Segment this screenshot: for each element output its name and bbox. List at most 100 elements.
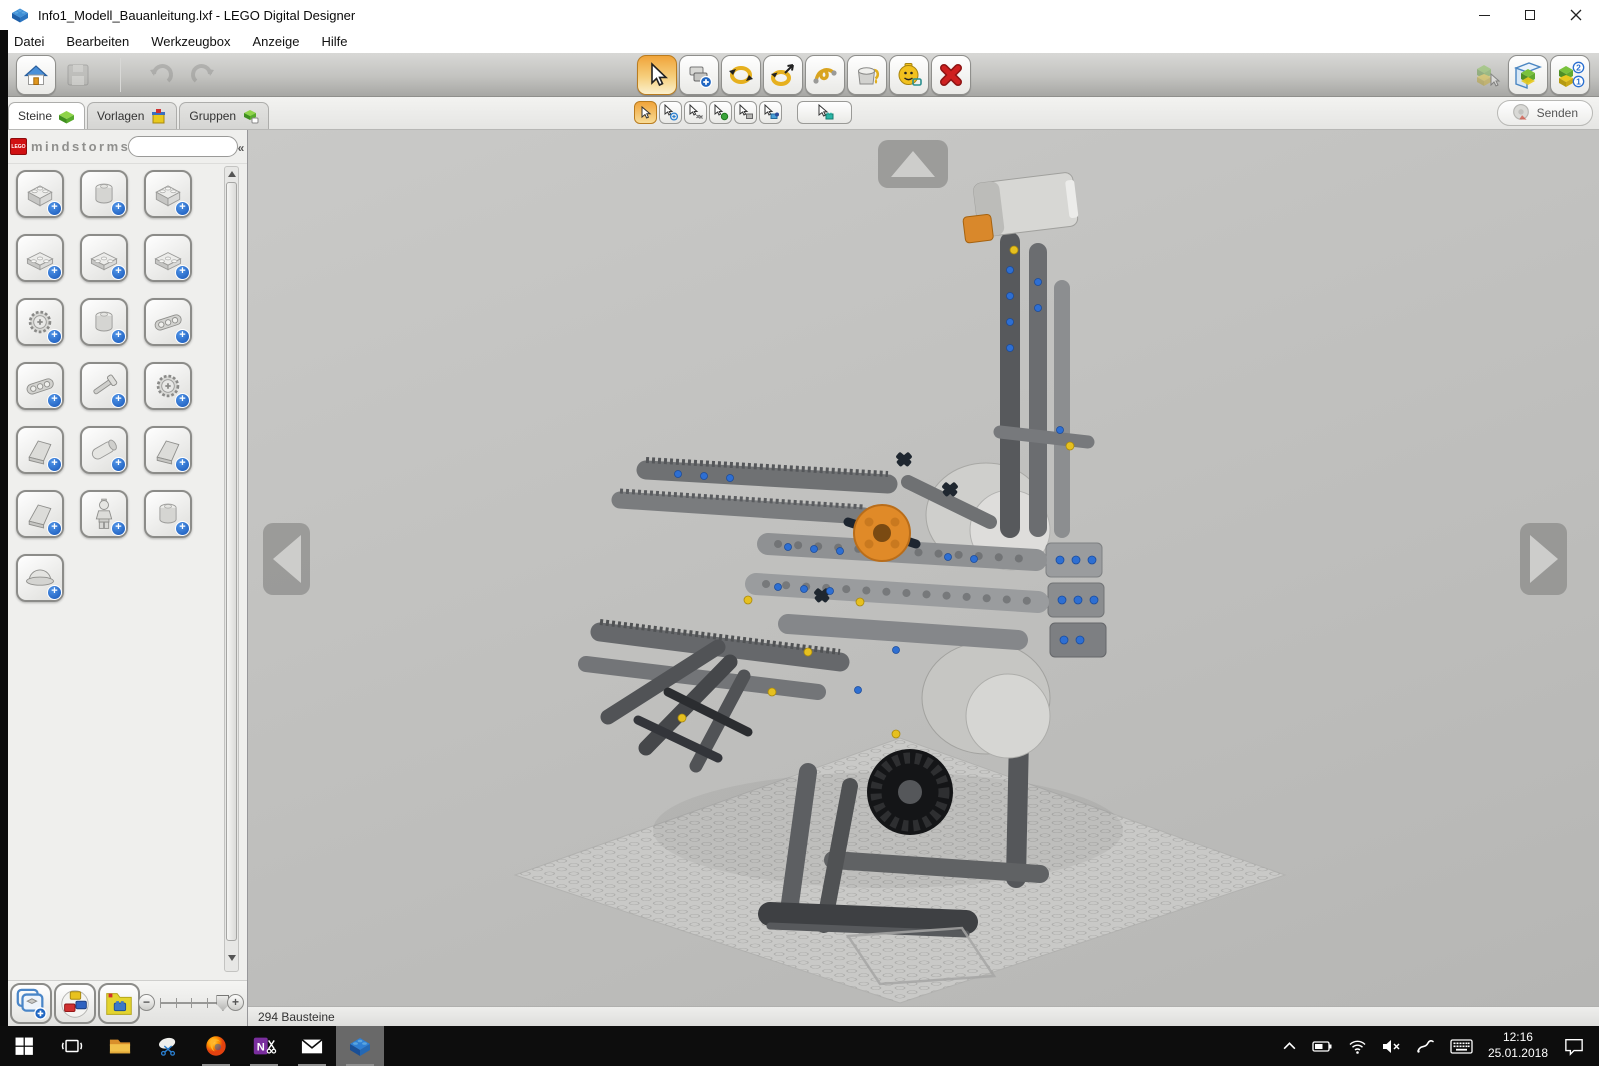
palette-item-brick-round-2x2[interactable] — [80, 170, 128, 218]
palette-item-container-round[interactable] — [144, 490, 192, 538]
menu-hilfe[interactable]: Hilfe — [310, 34, 358, 49]
scroll-down-icon[interactable] — [228, 955, 236, 961]
zoom-in-button[interactable] — [227, 994, 244, 1011]
select-connected-icon — [762, 104, 779, 121]
palette-item-blade[interactable] — [144, 426, 192, 474]
palette-item-gear-24-tooth[interactable] — [144, 362, 192, 410]
action-center-icon[interactable] — [1563, 1037, 1585, 1056]
building-guide-mode-button[interactable]: 2 1 — [1550, 55, 1590, 95]
palette-item-minifigure[interactable] — [80, 490, 128, 538]
palette-item-driving-ring[interactable] — [80, 298, 128, 346]
nav-up-button[interactable] — [878, 140, 948, 188]
tool-delete-button[interactable] — [931, 55, 971, 95]
firefox-button[interactable] — [192, 1026, 240, 1066]
taskbar-clock[interactable]: 12:16 25.01.2018 — [1488, 1030, 1548, 1061]
mail-icon — [300, 1035, 324, 1057]
select-single-button[interactable] — [634, 101, 657, 124]
battery-icon[interactable] — [1312, 1038, 1333, 1055]
tool-hinge-button[interactable] — [721, 55, 761, 95]
palette-item-beam-3[interactable] — [144, 298, 192, 346]
add-part-icon — [175, 201, 190, 216]
start-button[interactable] — [0, 1026, 48, 1066]
lego-brick-icon — [347, 1034, 373, 1058]
filter-current-set-button[interactable] — [98, 983, 140, 1024]
undo-button[interactable] — [141, 55, 181, 95]
build-mode-button[interactable] — [1466, 55, 1506, 95]
menu-anzeige[interactable]: Anzeige — [242, 34, 311, 49]
menu-werkzeugbox[interactable]: Werkzeugbox — [140, 34, 241, 49]
nav-left-button[interactable] — [263, 523, 310, 595]
view-mode-button[interactable] — [1508, 55, 1548, 95]
menu-bearbeiten[interactable]: Bearbeiten — [55, 34, 140, 49]
mail-button[interactable] — [288, 1026, 336, 1066]
select-advanced-button[interactable] — [797, 101, 852, 124]
menu-datei[interactable]: Datei — [14, 34, 55, 49]
palette-item-plate-2x2[interactable] — [16, 234, 64, 282]
select-neighbors-button[interactable] — [734, 101, 757, 124]
palette-item-fin[interactable] — [16, 490, 64, 538]
add-part-icon — [175, 521, 190, 536]
brick-search-input[interactable] — [128, 136, 238, 157]
file-explorer-button[interactable] — [96, 1026, 144, 1066]
task-view-button[interactable] — [48, 1026, 96, 1066]
minimize-button[interactable] — [1461, 0, 1507, 30]
nav-right-button[interactable] — [1520, 523, 1567, 595]
tab-vorlagen[interactable]: Vorlagen — [87, 102, 177, 129]
maximize-button[interactable] — [1507, 0, 1553, 30]
tab-steine[interactable]: Steine — [8, 102, 85, 129]
tool-select-button[interactable] — [637, 55, 677, 95]
scroll-up-icon[interactable] — [228, 171, 236, 177]
select-same-color-button[interactable] — [709, 101, 732, 124]
palette-scrollbar[interactable] — [224, 166, 239, 972]
tab-gruppen[interactable]: Gruppen — [179, 102, 269, 129]
save-button[interactable] — [58, 55, 98, 95]
task-view-icon — [60, 1035, 84, 1057]
palette-item-plate-wedge-3x3[interactable] — [80, 234, 128, 282]
clone-icon — [685, 61, 713, 89]
select-connected-button[interactable] — [759, 101, 782, 124]
add-part-icon — [111, 201, 126, 216]
lego-digital-designer-button[interactable] — [336, 1026, 384, 1066]
canvas-area: 294 Bausteine — [248, 130, 1599, 1026]
tool-paint-button[interactable] — [847, 55, 887, 95]
select-same-type-button[interactable] — [684, 101, 707, 124]
palette-item-pneumatic-tube[interactable] — [80, 426, 128, 474]
slider-track[interactable] — [160, 1002, 222, 1004]
snipping-tool-button[interactable] — [144, 1026, 192, 1066]
select-same-color-icon — [712, 104, 729, 121]
palette-item-brick-1x4[interactable] — [144, 170, 192, 218]
zoom-out-button[interactable] — [138, 994, 155, 1011]
tool-hide-button[interactable] — [889, 55, 929, 95]
filter-sets-button[interactable] — [10, 983, 52, 1024]
pen-icon[interactable] — [1416, 1038, 1435, 1055]
palette-item-gear-wheel[interactable] — [16, 298, 64, 346]
keyboard-icon[interactable] — [1450, 1038, 1473, 1055]
tool-flex-button[interactable] — [805, 55, 845, 95]
tray-expand-icon[interactable] — [1282, 1039, 1297, 1054]
palette-item-plate-modified[interactable] — [144, 234, 192, 282]
select-add-button[interactable] — [659, 101, 682, 124]
palette-item-liftarm-thin[interactable] — [16, 362, 64, 410]
filter-colors-icon — [58, 987, 92, 1021]
tool-clone-button[interactable] — [679, 55, 719, 95]
tab-gruppen-label: Gruppen — [189, 109, 236, 123]
redo-button[interactable] — [183, 55, 223, 95]
clock-time: 12:16 — [1488, 1030, 1548, 1046]
palette-item-dome-hat[interactable] — [16, 554, 64, 602]
close-button[interactable] — [1553, 0, 1599, 30]
palette-item-brick-2x4[interactable] — [16, 170, 64, 218]
scrollbar-thumb[interactable] — [226, 182, 237, 941]
tool-hinge-align-button[interactable] — [763, 55, 803, 95]
palette-item-axle-connector[interactable] — [80, 362, 128, 410]
model-canvas[interactable] — [248, 130, 1599, 1006]
collapse-panel-button[interactable] — [236, 141, 246, 155]
volume-muted-icon[interactable] — [1382, 1039, 1401, 1054]
brick-palette-sidebar: LEGO mindstorms — [0, 130, 248, 1026]
senden-button[interactable]: Senden — [1497, 100, 1593, 126]
home-button[interactable] — [16, 55, 56, 95]
onenote-clipper-button[interactable]: N — [240, 1026, 288, 1066]
palette-item-mudguard[interactable] — [16, 426, 64, 474]
main-area: LEGO mindstorms — [0, 130, 1599, 1026]
wifi-icon[interactable] — [1348, 1038, 1367, 1055]
filter-colors-button[interactable] — [54, 983, 96, 1024]
